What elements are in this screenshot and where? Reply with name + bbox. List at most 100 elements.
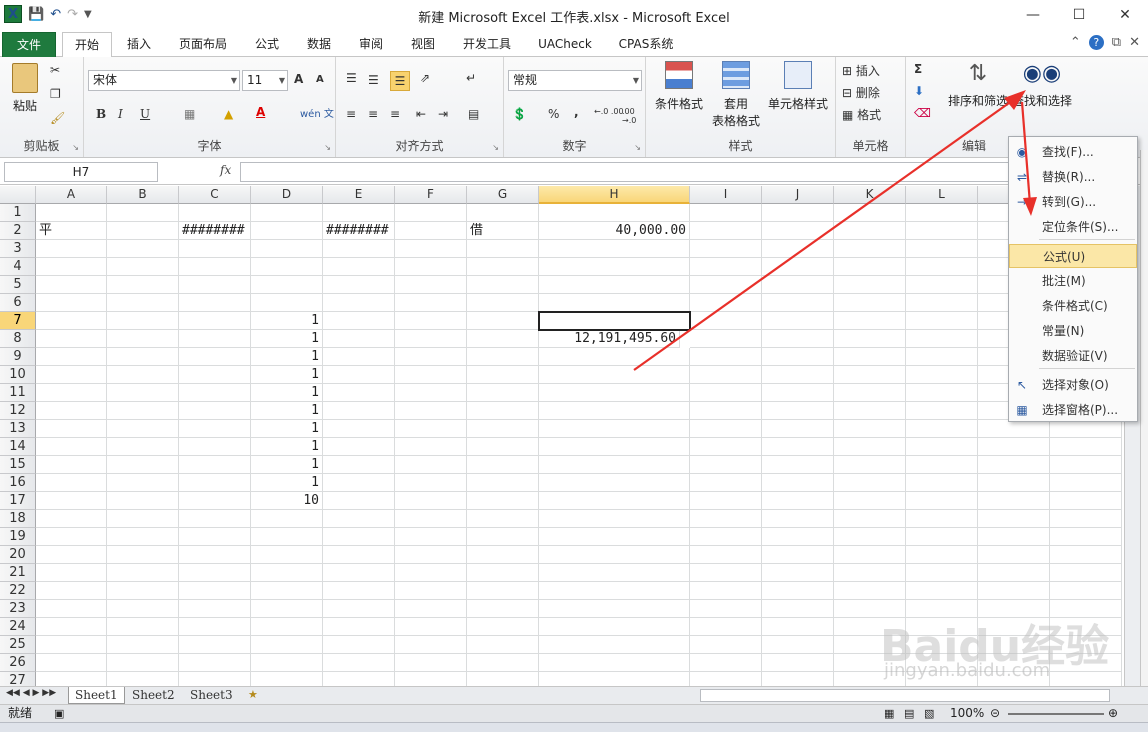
row-header-3[interactable]: 3: [0, 240, 36, 258]
cell-g14[interactable]: [467, 438, 539, 456]
menu-item-8[interactable]: 数据验证(V): [1009, 344, 1137, 368]
cell-f5[interactable]: [395, 276, 467, 294]
cell-h15[interactable]: [539, 456, 690, 474]
italic-button[interactable]: I: [118, 107, 123, 121]
cell-i4[interactable]: [690, 258, 762, 276]
cell-l11[interactable]: [906, 384, 978, 402]
decrease-indent-icon[interactable]: ⇤: [416, 107, 426, 121]
cell-i22[interactable]: [690, 582, 762, 600]
cell-i24[interactable]: [690, 618, 762, 636]
cell-a12[interactable]: [36, 402, 107, 420]
cell-e15[interactable]: [323, 456, 395, 474]
column-header-h[interactable]: H: [539, 186, 690, 204]
font-launcher-icon[interactable]: ↘: [324, 143, 331, 152]
zoom-level[interactable]: 100%: [950, 705, 984, 722]
phonetic-icon[interactable]: wén 文: [300, 105, 334, 120]
row-header-23[interactable]: 23: [0, 600, 36, 618]
cell-i8[interactable]: [690, 330, 762, 348]
row-header-17[interactable]: 17: [0, 492, 36, 510]
cell-i15[interactable]: [690, 456, 762, 474]
cell-b2[interactable]: [107, 222, 179, 240]
cell-i11[interactable]: [690, 384, 762, 402]
column-header-d[interactable]: D: [251, 186, 323, 204]
cell-c23[interactable]: [179, 600, 251, 618]
cell-g22[interactable]: [467, 582, 539, 600]
cell-g24[interactable]: [467, 618, 539, 636]
shrink-font-button[interactable]: A: [316, 74, 324, 85]
sheet-tab-2[interactable]: Sheet2: [126, 687, 181, 704]
cell-f9[interactable]: [395, 348, 467, 366]
zoom-in-icon[interactable]: ⊕: [1108, 705, 1118, 722]
align-center-icon[interactable]: ≡: [368, 107, 378, 121]
cell-j23[interactable]: [762, 600, 834, 618]
tab-review[interactable]: 审阅: [352, 32, 390, 58]
cell-b15[interactable]: [107, 456, 179, 474]
cell-h13[interactable]: [539, 420, 690, 438]
cell-i20[interactable]: [690, 546, 762, 564]
cell-m18[interactable]: [978, 510, 1050, 528]
cell-e5[interactable]: [323, 276, 395, 294]
cell-g13[interactable]: [467, 420, 539, 438]
menu-item-1[interactable]: ⇌ 替换(R)...: [1009, 165, 1137, 189]
cell-g6[interactable]: [467, 294, 539, 312]
cell-j26[interactable]: [762, 654, 834, 672]
cell-k6[interactable]: [834, 294, 906, 312]
cell-f15[interactable]: [395, 456, 467, 474]
cell-k1[interactable]: [834, 204, 906, 222]
cell-i2[interactable]: [690, 222, 762, 240]
cell-b14[interactable]: [107, 438, 179, 456]
cell-e17[interactable]: [323, 492, 395, 510]
cell-j18[interactable]: [762, 510, 834, 528]
cell-a3[interactable]: [36, 240, 107, 258]
cell-d22[interactable]: [251, 582, 323, 600]
cell-g16[interactable]: [467, 474, 539, 492]
cell-a10[interactable]: [36, 366, 107, 384]
cell-g5[interactable]: [467, 276, 539, 294]
row-header-1[interactable]: 1: [0, 204, 36, 222]
cell-a19[interactable]: [36, 528, 107, 546]
normal-view-icon[interactable]: ▦: [884, 705, 894, 722]
cell-a5[interactable]: [36, 276, 107, 294]
cell-c10[interactable]: [179, 366, 251, 384]
row-header-10[interactable]: 10: [0, 366, 36, 384]
cell-b7[interactable]: [107, 312, 179, 330]
cell-g19[interactable]: [467, 528, 539, 546]
cell-j8[interactable]: [762, 330, 834, 348]
cell-i27[interactable]: [690, 672, 762, 686]
cell-n21[interactable]: [1050, 564, 1122, 582]
cell-h11[interactable]: [539, 384, 690, 402]
cell-i12[interactable]: [690, 402, 762, 420]
cell-i14[interactable]: [690, 438, 762, 456]
cell-l22[interactable]: [906, 582, 978, 600]
cell-h3[interactable]: [539, 240, 690, 258]
cell-l17[interactable]: [906, 492, 978, 510]
row-header-4[interactable]: 4: [0, 258, 36, 276]
autosum-button[interactable]: Σ: [914, 62, 922, 76]
cell-g20[interactable]: [467, 546, 539, 564]
merge-center-icon[interactable]: ▤: [468, 107, 479, 121]
number-launcher-icon[interactable]: ↘: [634, 143, 641, 152]
tab-formulas[interactable]: 公式: [248, 32, 286, 58]
paste-button[interactable]: 粘贴: [6, 63, 44, 114]
cell-k14[interactable]: [834, 438, 906, 456]
cell-g1[interactable]: [467, 204, 539, 222]
cell-l21[interactable]: [906, 564, 978, 582]
cell-e21[interactable]: [323, 564, 395, 582]
page-layout-view-icon[interactable]: ▤: [904, 705, 914, 722]
cell-i18[interactable]: [690, 510, 762, 528]
help-icon[interactable]: ?: [1088, 35, 1104, 50]
cell-k18[interactable]: [834, 510, 906, 528]
cell-l13[interactable]: [906, 420, 978, 438]
cell-l18[interactable]: [906, 510, 978, 528]
cell-e23[interactable]: [323, 600, 395, 618]
cell-l1[interactable]: [906, 204, 978, 222]
cell-b6[interactable]: [107, 294, 179, 312]
cell-l3[interactable]: [906, 240, 978, 258]
cell-j6[interactable]: [762, 294, 834, 312]
cell-b4[interactable]: [107, 258, 179, 276]
cell-k4[interactable]: [834, 258, 906, 276]
cell-e4[interactable]: [323, 258, 395, 276]
fill-icon[interactable]: ⬇: [914, 84, 924, 98]
align-bottom-icon[interactable]: ☰: [390, 71, 410, 91]
menu-item-5[interactable]: 批注(M): [1009, 269, 1137, 293]
